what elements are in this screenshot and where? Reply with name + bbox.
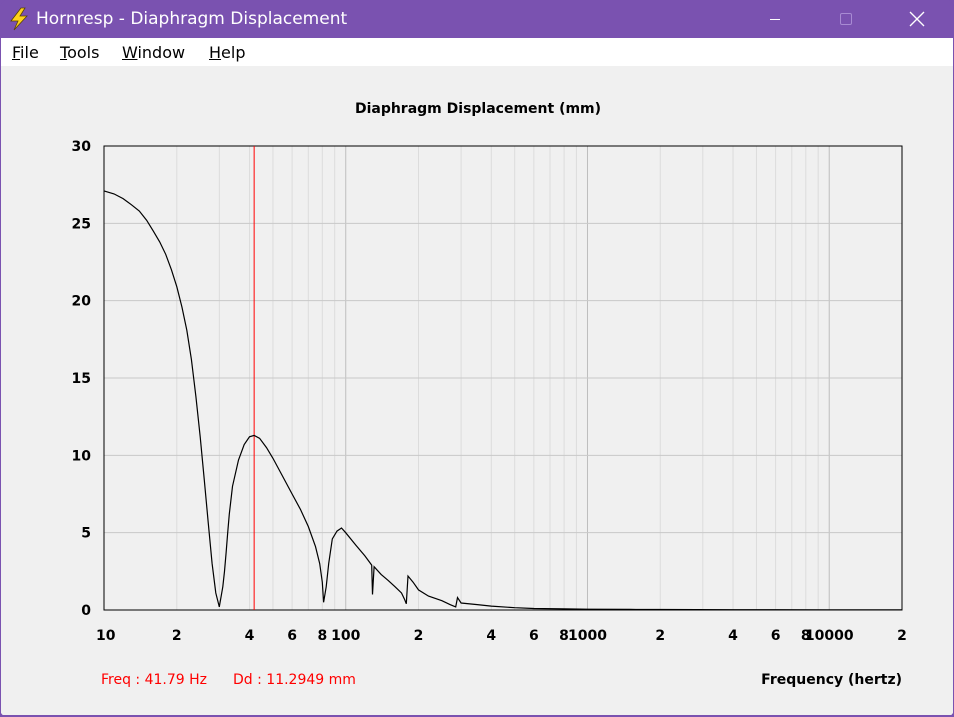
minimize-button[interactable]: [752, 0, 798, 38]
x-tick-label: 8: [317, 628, 327, 644]
x-tick-label: 2: [414, 628, 424, 644]
x-tick-label: 6: [771, 628, 781, 644]
maximize-icon: [840, 13, 852, 25]
freq-readout: Freq : 41.79 Hz: [101, 672, 207, 688]
x-tick-label: 6: [529, 628, 539, 644]
x-tick-label: 2: [172, 628, 182, 644]
x-tick-label: 4: [486, 628, 496, 644]
menu-bar: File Tools Window Help: [1, 38, 953, 66]
lightning-bolt-icon: [10, 7, 28, 31]
close-icon: [909, 11, 925, 27]
x-tick-label: 10: [96, 628, 116, 644]
close-button[interactable]: [894, 0, 940, 38]
x-tick-label: 10000: [805, 628, 854, 644]
x-tick-label: 100: [331, 628, 360, 644]
menu-help[interactable]: Help: [209, 43, 245, 63]
x-tick-label: 4: [245, 628, 255, 644]
grid: [104, 146, 902, 610]
menu-window[interactable]: Window: [122, 43, 185, 63]
menu-file[interactable]: File: [12, 43, 39, 63]
displacement-series-line: [103, 190, 902, 611]
title-bar[interactable]: Hornresp - Diaphragm Displacement: [0, 0, 954, 38]
maximize-button[interactable]: [823, 0, 869, 38]
y-tick-label: 0: [81, 603, 91, 619]
y-tick-label: 25: [72, 216, 91, 232]
y-tick-label: 5: [81, 526, 91, 542]
x-tick-label: 1000: [568, 628, 607, 644]
displacement-readout: Dd : 11.2949 mm: [233, 672, 356, 688]
chart-title: Diaphragm Displacement (mm): [355, 101, 601, 117]
x-tick-label: 2: [897, 628, 907, 644]
x-axis-label: Frequency (hertz): [761, 672, 902, 688]
y-tick-label: 15: [72, 371, 91, 387]
app-window: Hornresp - Diaphragm Displacement File T…: [0, 0, 954, 717]
y-tick-label: 10: [72, 448, 92, 464]
chart-area[interactable]: 0 5 10 15 20 25 30 10 2 4 6 8 100 2 4 6 8 1000 2 4 6 8 10000 2…: [1, 66, 953, 715]
window-title: Hornresp - Diaphragm Displacement: [36, 9, 348, 29]
x-tick-label: 6: [287, 628, 297, 644]
x-tick-label: 4: [728, 628, 738, 644]
x-tick-label: 2: [655, 628, 665, 644]
minimize-icon: [770, 19, 780, 20]
x-axis-ticks: 10 2 4 6 8 100 2 4 6 8 1000 2 4 6 810000 2: [96, 628, 907, 644]
menu-tools[interactable]: Tools: [60, 43, 99, 63]
y-tick-label: 20: [72, 294, 92, 310]
displacement-chart[interactable]: 051015202530 10 2 4 6 8 100 2 4 6 8 1000 2 4 6 810000 2…: [1, 66, 953, 715]
y-axis-ticks: 0 5 10 15 20 25 30: [72, 139, 92, 619]
y-tick-label: 30: [72, 139, 92, 155]
